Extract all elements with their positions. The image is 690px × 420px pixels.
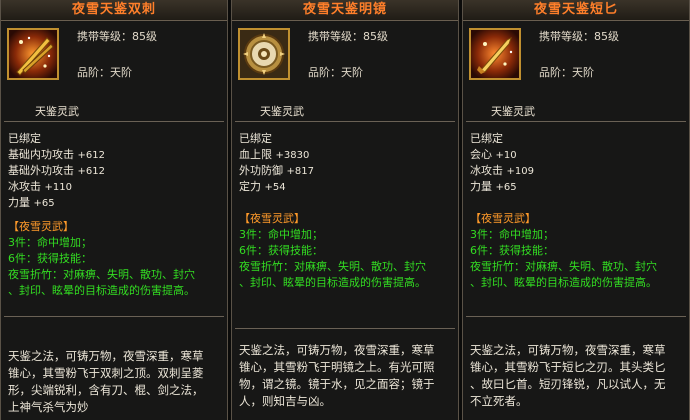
set-bonus-line: 夜雪折竹：对麻痹、失明、散功、封穴	[239, 260, 426, 273]
stat-name: 基础外功攻击	[8, 164, 74, 177]
stat-row: 力量 +65	[470, 179, 682, 195]
stat-row: 冰攻击 +110	[8, 179, 220, 195]
item-tooltip-twin-daggers: 夜雪天鉴双刺 携带等级：85级 品阶：天阶 天鉴灵武 已绑定 基础内功攻击 +6…	[0, 0, 228, 420]
stat-name: 冰攻击	[8, 180, 41, 193]
stat-name: 血上限	[239, 148, 272, 161]
stat-row: 血上限 +3830	[239, 147, 451, 163]
desc-line: 锥心，其雪粉飞于明镜之上。有光可照	[239, 360, 435, 374]
item-tooltip-dagger: 夜雪天鉴短匕 携带等级：85级 品阶：天阶 天鉴灵武 已绑定 会心 +10 冰攻…	[462, 0, 690, 420]
set-name: 【夜雪灵武】	[239, 212, 305, 225]
mirror-icon[interactable]	[238, 28, 290, 80]
item-title: 夜雪天鉴双刺	[1, 0, 227, 21]
set-bonus-line: 6件：获得技能：	[239, 244, 323, 257]
item-description: 天鉴之法，可铸万物，夜雪深重，寒草 锥心，其雪粉飞于短匕之刃。其头类匕 、故曰匕…	[466, 342, 686, 410]
stat-value: +110	[44, 182, 72, 193]
stat-row: 会心 +10	[470, 147, 682, 163]
stats-box: 已绑定 会心 +10 冰攻击 +109 力量 +65 【夜雪灵武】 3件：命中增…	[466, 121, 686, 317]
item-subtitle: 天鉴灵武	[491, 105, 535, 118]
twin-daggers-icon[interactable]	[7, 28, 59, 80]
desc-line: 天鉴之法，可铸万物，夜雪深重，寒草	[8, 349, 204, 363]
stat-value: +10	[495, 150, 517, 161]
stats-box: 已绑定 血上限 +3830 外功防御 +817 定力 +54 【夜雪灵武】 3件…	[235, 121, 455, 329]
desc-line: 天鉴之法，可铸万物，夜雪深重，寒草	[239, 343, 435, 357]
desc-line: 不立死者。	[470, 394, 528, 408]
desc-line: 形，尖端锐利，含有刀、棍、剑之法，	[8, 383, 204, 397]
item-description: 天鉴之法，可铸万物，夜雪深重，寒草 锥心，其雪粉飞于明镜之上。有光可照 物，谓之…	[235, 342, 455, 410]
item-grade: 品阶：天阶	[539, 66, 594, 79]
item-title: 夜雪天鉴短匕	[463, 0, 689, 21]
stat-row: 基础内功攻击 +612	[8, 147, 220, 163]
stat-name: 定力	[239, 180, 261, 193]
set-bonus-line: 、封印、眩晕的目标造成的伤害提高。	[8, 284, 195, 297]
item-tooltip-mirror: 夜雪天鉴明镜 携带等级：85级 品阶：天阶 天鉴灵武 已绑定 血上限 +3830…	[231, 0, 459, 420]
set-bonus-line: 6件：获得技能：	[470, 244, 554, 257]
set-bonus-line: 3件：命中增加；	[470, 228, 554, 241]
desc-line: 物，谓之镜。镜于水，见之面容；镜于	[239, 377, 435, 391]
bound-status: 已绑定	[470, 132, 503, 145]
set-bonus-line: 3件：命中增加；	[239, 228, 323, 241]
stat-value: +817	[286, 166, 314, 177]
stat-value: +3830	[275, 150, 310, 161]
stats-box: 已绑定 基础内功攻击 +612 基础外功攻击 +612 冰攻击 +110 力量 …	[4, 121, 224, 317]
stat-row: 基础外功攻击 +612	[8, 163, 220, 179]
stat-name: 力量	[8, 196, 30, 209]
stat-row: 定力 +54	[239, 179, 451, 195]
stat-name: 力量	[470, 180, 492, 193]
desc-line: 上神气杀气为妙	[8, 400, 89, 414]
stat-row: 外功防御 +817	[239, 163, 451, 179]
stat-value: +54	[264, 182, 286, 193]
stat-row: 力量 +65	[8, 195, 220, 211]
stat-value: +109	[506, 166, 534, 177]
item-subtitle: 天鉴灵武	[260, 105, 304, 118]
tooltip-comparison: 夜雪天鉴双刺 携带等级：85级 品阶：天阶 天鉴灵武 已绑定 基础内功攻击 +6…	[0, 0, 690, 420]
stat-name: 会心	[470, 148, 492, 161]
stat-row: 冰攻击 +109	[470, 163, 682, 179]
bound-status: 已绑定	[8, 132, 41, 145]
carry-level: 携带等级：85级	[308, 30, 388, 43]
set-bonus-line: 、封印、眩晕的目标造成的伤害提高。	[470, 276, 657, 289]
set-bonus-line: 夜雪折竹：对麻痹、失明、散功、封穴	[8, 268, 195, 281]
set-bonus-line: 6件：获得技能：	[8, 252, 92, 265]
set-bonus-line: 、封印、眩晕的目标造成的伤害提高。	[239, 276, 426, 289]
set-bonus-line: 3件：命中增加；	[8, 236, 92, 249]
carry-level: 携带等级：85级	[77, 30, 157, 43]
item-subtitle: 天鉴灵武	[35, 105, 79, 118]
set-name: 【夜雪灵武】	[470, 212, 536, 225]
item-description: 天鉴之法，可铸万物，夜雪深重，寒草 锥心，其雪粉飞于双刺之顶。双刺呈菱 形，尖端…	[4, 348, 224, 416]
desc-line: 人，则知吉与凶。	[239, 394, 331, 408]
set-bonus-line: 夜雪折竹：对麻痹、失明、散功、封穴	[470, 260, 657, 273]
desc-line: 锥心，其雪粉飞于双刺之顶。双刺呈菱	[8, 366, 204, 380]
stat-value: +612	[77, 150, 105, 161]
item-grade: 品阶：天阶	[308, 66, 363, 79]
stat-name: 冰攻击	[470, 164, 503, 177]
desc-line: 天鉴之法，可铸万物，夜雪深重，寒草	[470, 343, 666, 357]
dagger-icon[interactable]	[469, 28, 521, 80]
stat-value: +65	[495, 182, 517, 193]
bound-status: 已绑定	[239, 132, 272, 145]
stat-value: +612	[77, 166, 105, 177]
desc-line: 锥心，其雪粉飞于短匕之刃。其头类匕	[470, 360, 666, 374]
set-name: 【夜雪灵武】	[8, 220, 74, 233]
item-title: 夜雪天鉴明镜	[232, 0, 458, 21]
desc-line: 、故曰匕首。短刃锋锐，凡以试人，无	[470, 377, 666, 391]
stat-name: 基础内功攻击	[8, 148, 74, 161]
item-grade: 品阶：天阶	[77, 66, 132, 79]
stat-value: +65	[33, 198, 55, 209]
stat-name: 外功防御	[239, 164, 283, 177]
carry-level: 携带等级：85级	[539, 30, 619, 43]
